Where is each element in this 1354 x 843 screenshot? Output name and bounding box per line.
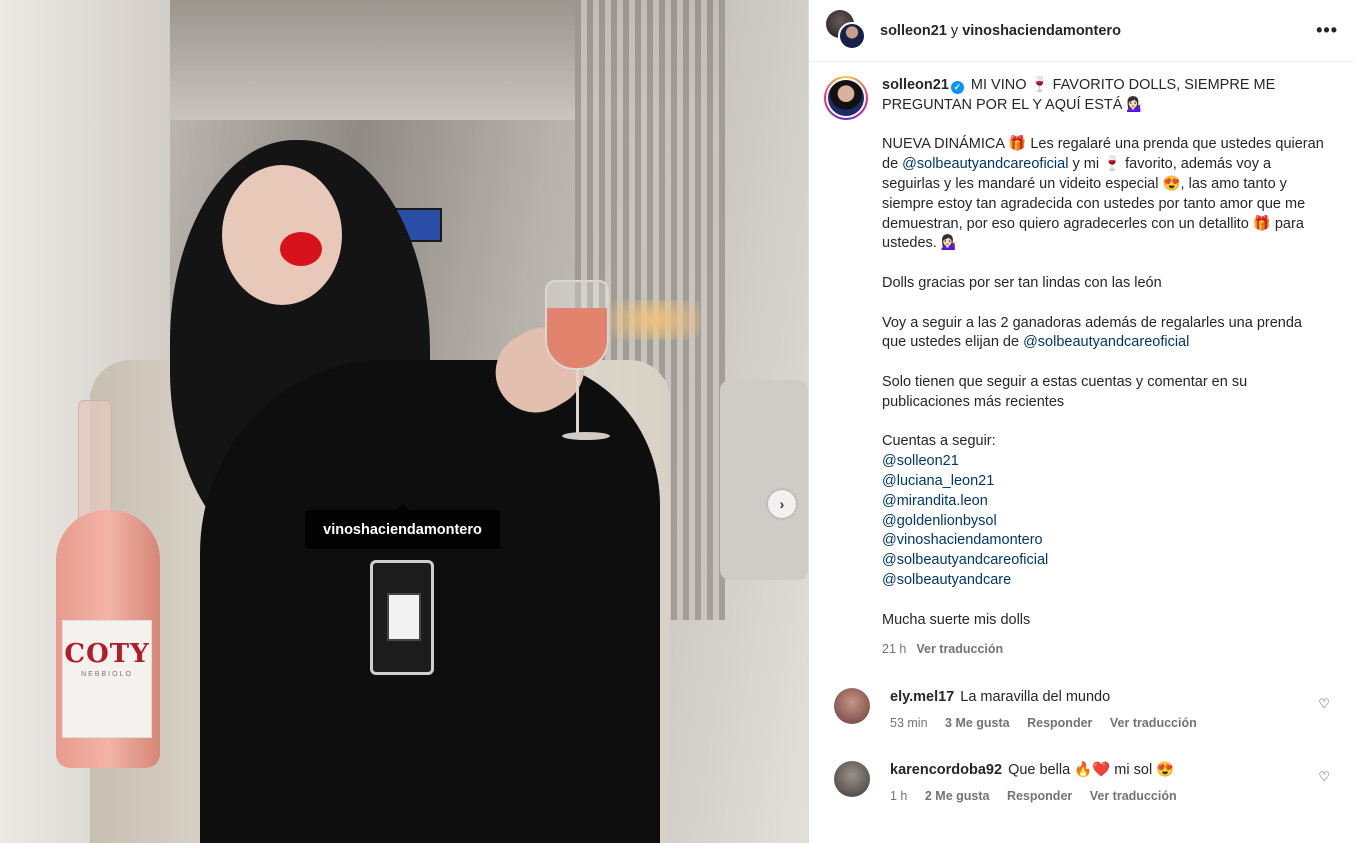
story-ring-avatar[interactable] — [824, 76, 868, 120]
chevron-right-icon: › — [779, 496, 785, 512]
collab-avatars[interactable] — [826, 9, 868, 52]
caption-paragraph: Solo tienen que seguir a estas cuentas y… — [882, 373, 1248, 410]
accounts-list-title: Cuentas a seguir: — [882, 433, 996, 450]
avatar[interactable] — [834, 687, 870, 724]
mention-link[interactable]: @vinoshaciendamontero — [882, 532, 1043, 548]
wine-bottle: COTY NEBBIOLO — [50, 400, 162, 770]
avatar[interactable] — [838, 21, 866, 50]
comment-body: karencordoba92 Que bella 🔥❤️ mi sol 😍 1 … — [890, 761, 1310, 806]
accounts-list: Cuentas a seguir: @solleon21 @luciana_le… — [882, 432, 1327, 590]
bottle-label: COTY NEBBIOLO — [62, 620, 152, 738]
heater-flame — [610, 300, 700, 340]
caption-username[interactable]: solleon21 — [882, 77, 949, 93]
background-sofa — [720, 380, 808, 580]
like-heart-icon[interactable]: ♡ — [1318, 769, 1330, 785]
post-sidebar: solleon21 y vinoshaciendamontero ••• sol… — [808, 0, 1354, 843]
comment-username[interactable]: karencordoba92 — [890, 762, 1002, 778]
comment-meta: 1 h 2 Me gusta Responder Ver traducción — [890, 787, 1310, 806]
mention-link[interactable]: @solbeautyandcareoficial — [882, 552, 1048, 568]
user-tag[interactable]: vinoshaciendamontero — [305, 504, 500, 549]
caption-paragraph: Voy a seguir a las 2 ganadoras además de… — [882, 314, 1327, 354]
caption-paragraph: Dolls gracias por ser tan lindas con las… — [882, 274, 1162, 291]
caption-paragraph: solleon21 ✓ MI VINO 🍷 FAVORITO DOLLS, SIE… — [882, 76, 1327, 116]
collab-usernames: solleon21 y vinoshaciendamontero — [880, 23, 1316, 39]
comment-body: ely.mel17 La maravilla del mundo 53 min … — [890, 688, 1310, 733]
mention-link[interactable]: @luciana_leon21 — [882, 473, 994, 489]
see-translation-button[interactable]: Ver traducción — [1090, 789, 1177, 803]
woman-face — [222, 165, 342, 305]
reply-button[interactable]: Responder — [1027, 716, 1092, 730]
handbag — [370, 560, 434, 675]
like-heart-icon[interactable]: ♡ — [1318, 696, 1330, 712]
comment-item: ely.mel17 La maravilla del mundo 53 min … — [824, 687, 1338, 733]
mention-link[interactable]: @solleon21 — [882, 453, 959, 469]
comment-meta: 53 min 3 Me gusta Responder Ver traducci… — [890, 714, 1310, 733]
mention-link[interactable]: @solbeautyandcareoficial — [1023, 334, 1189, 350]
wine-glass-foot — [562, 432, 610, 440]
timestamp[interactable]: 1 h — [890, 789, 907, 803]
caption-text: solleon21 ✓ MI VINO 🍷 FAVORITO DOLLS, SIE… — [882, 76, 1327, 660]
mention-link[interactable]: @solbeautyandcareoficial — [902, 156, 1068, 172]
bottle-brand: COTY — [64, 639, 150, 669]
likes-count[interactable]: 3 Me gusta — [945, 716, 1010, 730]
bottle-variety: NEBBIOLO — [81, 671, 133, 678]
instagram-post: COTY NEBBIOLO vinoshaciendamontero › sol… — [0, 0, 1354, 843]
avatar[interactable] — [834, 760, 870, 797]
wine-glass — [545, 280, 609, 370]
caption: solleon21 ✓ MI VINO 🍷 FAVORITO DOLLS, SIE… — [824, 76, 1338, 660]
red-lips — [280, 232, 322, 266]
comment-text: La maravilla del mundo — [960, 688, 1111, 705]
mention-link[interactable]: @solbeautyandcare — [882, 572, 1011, 588]
bottle-neck — [78, 400, 112, 520]
reply-button[interactable]: Responder — [1007, 789, 1072, 803]
post-header: solleon21 y vinoshaciendamontero ••• — [809, 0, 1354, 62]
timestamp[interactable]: 53 min — [890, 716, 928, 730]
caption-paragraph: NUEVA DINÁMICA 🎁 Les regalaré una prenda… — [882, 135, 1327, 254]
caption-meta: 21 h Ver traducción — [882, 640, 1327, 660]
username-link[interactable]: vinoshaciendamontero — [962, 23, 1121, 39]
next-image-button[interactable]: › — [768, 490, 796, 518]
mention-link[interactable]: @goldenlionbysol — [882, 513, 997, 529]
likes-count[interactable]: 2 Me gusta — [925, 789, 990, 803]
avatar — [826, 78, 866, 118]
comment-text: Que bella 🔥❤️ mi sol 😍 — [1008, 761, 1175, 778]
post-image[interactable]: COTY NEBBIOLO vinoshaciendamontero › — [0, 0, 808, 843]
comment-item: karencordoba92 Que bella 🔥❤️ mi sol 😍 1 … — [824, 760, 1338, 806]
comments-scroll[interactable]: solleon21 ✓ MI VINO 🍷 FAVORITO DOLLS, SIE… — [809, 62, 1354, 843]
conjunction: y — [946, 22, 963, 39]
comment-username[interactable]: ely.mel17 — [890, 689, 954, 705]
more-options-icon[interactable]: ••• — [1316, 20, 1338, 41]
timestamp[interactable]: 21 h — [882, 642, 906, 656]
mention-link[interactable]: @mirandita.leon — [882, 493, 988, 509]
see-translation-button[interactable]: Ver traducción — [916, 642, 1003, 656]
caption-paragraph: Mucha suerte mis dolls — [882, 611, 1031, 628]
username-link[interactable]: solleon21 — [880, 23, 947, 39]
verified-badge-icon: ✓ — [950, 81, 964, 94]
see-translation-button[interactable]: Ver traducción — [1110, 716, 1197, 730]
wine-glass-stem — [576, 370, 579, 435]
